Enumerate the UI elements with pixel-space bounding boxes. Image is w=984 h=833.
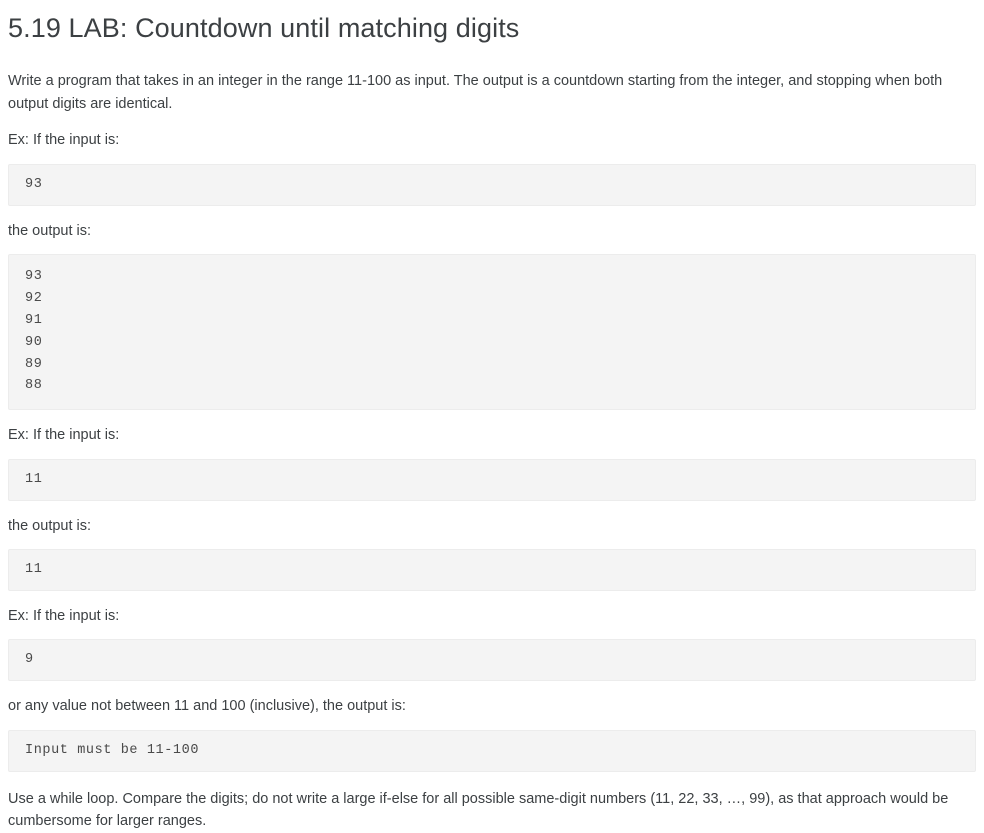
lab-specification-page: 5.19 LAB: Countdown until matching digit…	[0, 0, 984, 833]
example-2-input-codeblock: 11	[8, 458, 976, 501]
example-2-output-label: the output is:	[8, 517, 92, 534]
page-title: 5.19 LAB: Countdown until matching digit…	[8, 13, 520, 43]
example-1-output-label: the output is:	[8, 222, 92, 239]
example-3-input-codeblock: 9	[8, 639, 976, 682]
lab-closing-note: Use a while loop. Compare the digits; do…	[8, 790, 949, 830]
example-1-input-label: Ex: If the input is:	[8, 132, 120, 149]
example-3-output-label: or any value not between 11 and 100 (inc…	[8, 698, 406, 715]
example-2-output-text: 11	[25, 562, 43, 578]
example-2-input-label: Ex: If the input is:	[8, 427, 120, 444]
example-2-input-text: 11	[25, 471, 43, 487]
example-3-output-text: Input must be 11-100	[25, 742, 200, 758]
lab-description: Write a program that takes in an integer…	[8, 73, 943, 112]
example-1-output-codeblock: 93 92 91 90 89 88	[8, 254, 976, 411]
example-3-input-text: 9	[25, 652, 34, 668]
example-3-output-codeblock: Input must be 11-100	[8, 729, 976, 772]
example-1-output-text: 93 92 91 90 89 88	[25, 269, 43, 394]
example-1-input-codeblock: 93	[8, 163, 976, 206]
example-2-output-codeblock: 11	[8, 549, 976, 591]
example-3-input-label: Ex: If the input is:	[8, 607, 120, 624]
example-1-input-text: 93	[25, 176, 43, 192]
